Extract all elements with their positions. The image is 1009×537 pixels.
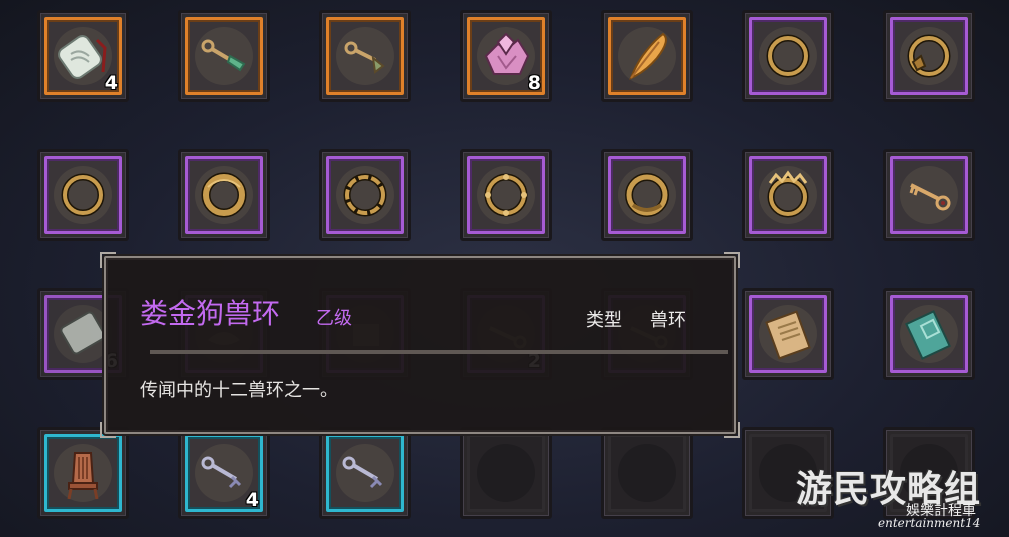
tooltip-divider — [150, 350, 728, 354]
item-grade: 乙级 — [316, 308, 352, 329]
inventory-slot-empty[interactable] — [460, 427, 552, 519]
twisted-ring-icon — [343, 173, 387, 217]
inventory-slot-bronze-key[interactable] — [319, 10, 411, 102]
tooltip-corner — [100, 252, 116, 268]
ornate-key-icon — [909, 183, 951, 211]
inventory-slot-ornate-key[interactable] — [883, 149, 975, 241]
inventory-slot-scroll[interactable] — [742, 288, 834, 380]
scroll-icon — [765, 310, 811, 360]
inventory-slot-beast-ring[interactable] — [883, 10, 975, 102]
wooden-chair-icon — [67, 452, 99, 500]
silver-key-icon — [342, 456, 383, 489]
tooltip-corner — [724, 252, 740, 268]
tooltip-corner — [100, 422, 116, 438]
item-type-value: 兽环 — [650, 310, 686, 331]
plain-ring-icon — [766, 34, 810, 78]
item-description: 传闻中的十二兽环之一。 — [140, 380, 338, 401]
beast-ring-icon — [907, 34, 951, 78]
inventory-slot-twisted-ring[interactable] — [319, 149, 411, 241]
item-tooltip: 娄金狗兽环 乙级 类型 兽环 传闻中的十二兽环之一。 — [100, 252, 740, 438]
inventory-slot-wooden-chair[interactable] — [37, 427, 129, 519]
inventory-slot-crown-ring[interactable] — [742, 149, 834, 241]
inventory-slot-serpent-ring[interactable] — [601, 149, 693, 241]
inventory-slot-green-key[interactable] — [178, 10, 270, 102]
item-count: 4 — [104, 72, 118, 94]
dragon-ring-icon — [201, 172, 247, 218]
watermark-en: entertainment14 — [878, 516, 981, 530]
inventory-slot-silver-key[interactable]: 4 — [178, 427, 270, 519]
golden-feather-icon — [629, 32, 667, 80]
watermark: 游民攻略组 娛樂計程車 entertainment14 — [796, 460, 996, 532]
inventory-slot-silver-key-2[interactable] — [319, 427, 411, 519]
item-type-label: 类型 — [586, 310, 622, 331]
serpent-ring-icon — [625, 173, 669, 217]
inventory-slot-plain-ring-2[interactable] — [37, 149, 129, 241]
plain-ring-icon — [61, 173, 105, 217]
inventory-slot-jade-pendant[interactable]: 4 — [37, 10, 129, 102]
green-book-icon — [905, 310, 951, 360]
item-count: 8 — [527, 72, 541, 94]
inventory-slot-dragon-ring[interactable] — [178, 149, 270, 241]
green-key-icon — [201, 39, 246, 72]
inventory-slot-plain-ring[interactable] — [742, 10, 834, 102]
inventory-slot-bead-ring[interactable] — [460, 149, 552, 241]
item-name: 娄金狗兽环 — [140, 297, 281, 330]
bead-ring-icon — [484, 173, 528, 217]
inventory-slot-golden-feather[interactable] — [601, 10, 693, 102]
inventory-slot-green-book[interactable] — [883, 288, 975, 380]
crown-ring-icon — [767, 170, 809, 218]
bronze-key-icon — [344, 41, 385, 74]
inventory-slot-pink-crystal[interactable]: 8 — [460, 10, 552, 102]
item-count: 4 — [245, 489, 259, 511]
inventory-slot-empty[interactable] — [601, 427, 693, 519]
tooltip-corner — [724, 422, 740, 438]
